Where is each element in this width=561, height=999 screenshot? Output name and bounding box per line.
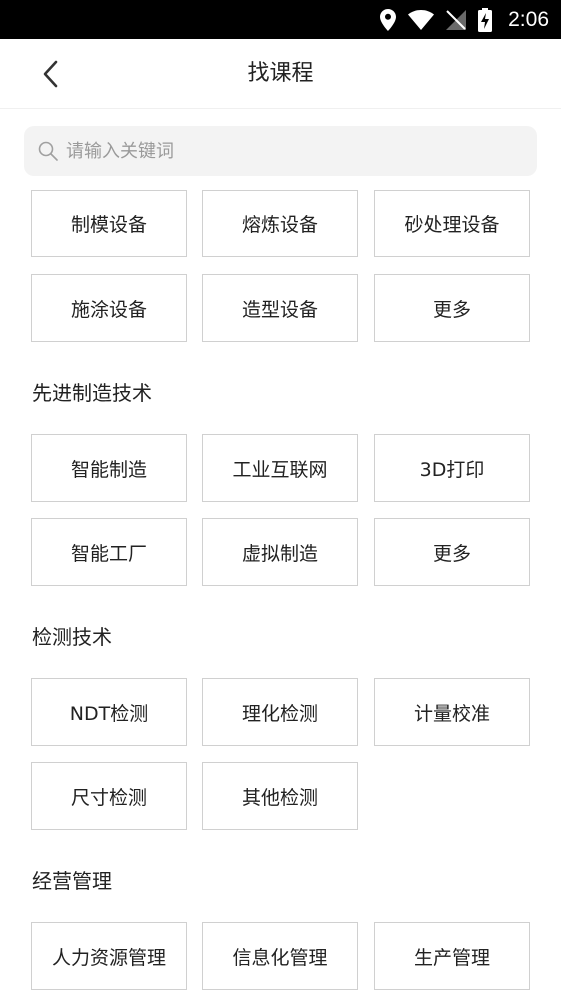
section-title: 经营管理 bbox=[32, 869, 112, 893]
category-button[interactable]: 计量校准 bbox=[374, 678, 530, 746]
search-input[interactable] bbox=[66, 140, 537, 162]
category-button[interactable]: 信息化管理 bbox=[202, 922, 358, 990]
more-button[interactable]: 更多 bbox=[374, 274, 530, 342]
page-title: 找课程 bbox=[247, 61, 314, 86]
category-button[interactable]: 3D打印 bbox=[374, 434, 530, 502]
category-button[interactable]: 生产管理 bbox=[374, 922, 530, 990]
back-button[interactable] bbox=[30, 54, 70, 94]
wifi-icon bbox=[408, 9, 435, 30]
category-button[interactable]: 智能工厂 bbox=[31, 518, 187, 586]
section-title: 先进制造技术 bbox=[32, 381, 152, 405]
category-button[interactable]: 智能制造 bbox=[31, 434, 187, 502]
search-bar[interactable] bbox=[24, 126, 537, 176]
category-button[interactable]: 施涂设备 bbox=[31, 274, 187, 342]
category-button[interactable]: 熔炼设备 bbox=[202, 190, 358, 257]
chevron-left-icon bbox=[43, 60, 58, 88]
category-button[interactable]: 人力资源管理 bbox=[31, 922, 187, 990]
category-button[interactable]: 其他检测 bbox=[202, 762, 358, 830]
category-button[interactable]: 虚拟制造 bbox=[202, 518, 358, 586]
category-button[interactable]: NDT检测 bbox=[31, 678, 187, 746]
category-button[interactable]: 理化检测 bbox=[202, 678, 358, 746]
section-title: 检测技术 bbox=[32, 625, 112, 649]
category-button[interactable]: 工业互联网 bbox=[202, 434, 358, 502]
status-time: 2:06 bbox=[508, 7, 549, 31]
category-button[interactable]: 造型设备 bbox=[202, 274, 358, 342]
more-button[interactable]: 更多 bbox=[374, 518, 530, 586]
nav-bar: 找课程 bbox=[0, 39, 561, 109]
no-signal-icon bbox=[446, 9, 467, 30]
search-icon bbox=[38, 141, 58, 161]
status-bar: 2:06 bbox=[0, 0, 561, 39]
location-icon bbox=[380, 8, 397, 31]
battery-charging-icon bbox=[478, 7, 493, 32]
category-button[interactable]: 制模设备 bbox=[31, 190, 187, 257]
category-button[interactable]: 尺寸检测 bbox=[31, 762, 187, 830]
category-button[interactable]: 砂处理设备 bbox=[374, 190, 530, 257]
category-list: 制模设备 熔炼设备 砂处理设备 施涂设备 造型设备 更多 先进制造技术 智能制造… bbox=[0, 190, 561, 999]
